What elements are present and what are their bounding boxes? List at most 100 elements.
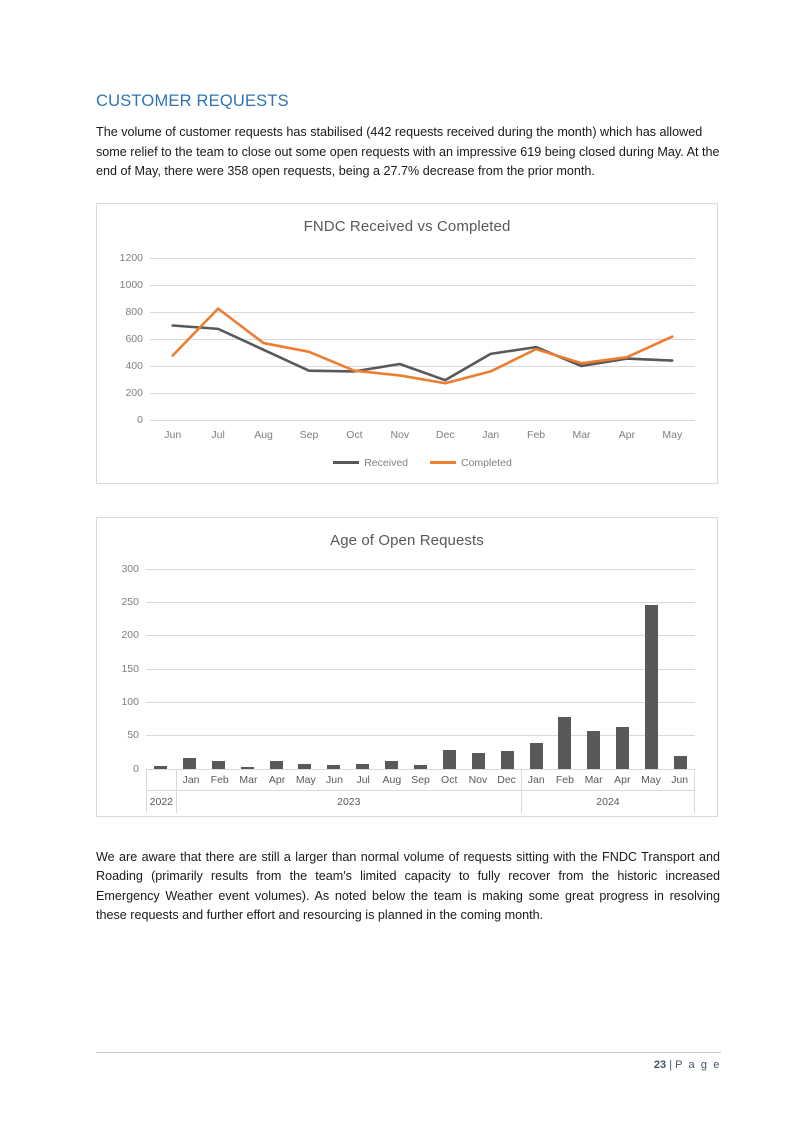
month-label: Jul xyxy=(356,773,370,786)
bar-cell xyxy=(377,569,406,769)
x-tick-label: May xyxy=(662,428,683,441)
legend-swatch-received xyxy=(333,461,360,464)
month-labels: Jan Feb Mar Apr May Jun Jul Aug Sep Oct Nov Dec xyxy=(177,770,521,790)
year-label: 2024 xyxy=(521,789,694,813)
bar xyxy=(616,727,630,769)
month-label: Aug xyxy=(382,773,402,786)
chart-age-of-open-requests: Age of Open Requests 0 50 100 150 200 250 300 … xyxy=(96,516,718,817)
footer-page-word: P a g e xyxy=(675,1059,721,1071)
y-tick-label: 800 xyxy=(125,305,143,318)
chart1-title: FNDC Received vs Completed xyxy=(303,217,511,235)
closing-paragraph: We are aware that there are still a larg… xyxy=(96,849,720,923)
month-label: Sep xyxy=(411,773,430,786)
month-label: Jun xyxy=(326,773,343,786)
legend-swatch-completed xyxy=(430,461,456,464)
intro-paragraph: The volume of customer requests has stab… xyxy=(96,125,720,178)
month-labels xyxy=(147,770,176,790)
chart2-title: Age of Open Requests xyxy=(330,531,484,549)
y-tick-label: 0 xyxy=(133,762,139,775)
month-label: Feb xyxy=(210,773,229,786)
bar xyxy=(587,731,601,769)
x-tick-label: Sep xyxy=(299,428,319,441)
y-tick-label: 150 xyxy=(121,662,139,675)
bar-cell xyxy=(175,569,204,769)
bar-cell xyxy=(666,569,695,769)
bar-cell xyxy=(435,569,464,769)
month-label: Mar xyxy=(239,773,258,786)
y-tick-label: 0 xyxy=(137,413,143,426)
bar-cell xyxy=(348,569,377,769)
x-tick-label: Apr xyxy=(618,428,636,441)
footer-page-number: 23 xyxy=(653,1059,667,1071)
y-tick-label: 1000 xyxy=(119,278,143,291)
bar-cell xyxy=(319,569,348,769)
chart2-plot-area: 0 50 100 150 200 250 300 xyxy=(121,563,695,775)
year-label: 2023 xyxy=(176,789,521,813)
chart-fndc-received-vs-completed: FNDC Received vs Completed 0 200 400 600 800… xyxy=(96,202,718,484)
x-tick-label: Oct xyxy=(346,428,363,441)
y-tick-label: 400 xyxy=(125,359,143,372)
y-tick-label: 250 xyxy=(121,595,139,608)
page-title: CUSTOMER REQUESTS xyxy=(96,92,289,110)
bar-cell xyxy=(204,569,233,769)
y-tick-label: 100 xyxy=(121,695,139,708)
year-group-2022: 2022 xyxy=(146,769,177,813)
document-page: CUSTOMER REQUESTS The volume of customer… xyxy=(0,0,807,1140)
bar xyxy=(442,749,456,769)
chart1-legend: Received Completed xyxy=(150,457,695,469)
year-group-2023: Jan Feb Mar Apr May Jun Jul Aug Sep Oct Nov Dec 2023 xyxy=(176,769,522,813)
bar xyxy=(471,753,485,769)
month-label: Jan xyxy=(527,773,545,786)
bar xyxy=(645,605,659,769)
month-label: Mar xyxy=(584,773,603,786)
bar-cell xyxy=(290,569,319,769)
bar-cell xyxy=(233,569,262,769)
footer-separator: | xyxy=(669,1059,673,1071)
bar xyxy=(673,755,687,769)
page-content: CUSTOMER REQUESTS The volume of customer… xyxy=(96,92,720,926)
y-tick-label: 300 xyxy=(121,562,139,575)
month-label: Jun xyxy=(671,773,689,786)
x-tick-label: Mar xyxy=(572,428,591,441)
year-label: 2022 xyxy=(147,789,176,813)
chart1-series-lines xyxy=(171,306,674,385)
chart1-plot-area: 0 200 400 600 800 1000 1200 xyxy=(120,252,695,426)
x-tick-label: Aug xyxy=(254,428,273,441)
x-tick-label: Jun xyxy=(164,428,182,441)
y-tick-label: 200 xyxy=(121,629,139,642)
y-tick-label: 1200 xyxy=(119,251,143,264)
month-label: Dec xyxy=(497,773,516,786)
bar xyxy=(558,717,572,769)
month-label: Apr xyxy=(614,773,631,786)
gridline: 0 xyxy=(137,414,695,426)
bar xyxy=(211,760,225,769)
bar-cell xyxy=(550,569,579,769)
month-label: Jan xyxy=(182,773,200,786)
legend-item: Completed xyxy=(430,457,512,469)
month-label: Apr xyxy=(268,773,286,786)
month-label: May xyxy=(641,773,661,786)
bar-cell xyxy=(608,569,637,769)
legend-label: Received xyxy=(364,456,408,469)
series-line-received xyxy=(171,323,674,381)
bar-cell xyxy=(493,569,522,769)
x-tick-label: Feb xyxy=(527,428,546,441)
bar-cell xyxy=(579,569,608,769)
x-tick-label: Dec xyxy=(435,428,455,441)
bar-cell xyxy=(262,569,291,769)
bar xyxy=(500,750,514,769)
month-label: Feb xyxy=(555,773,574,786)
x-tick-label: Jan xyxy=(482,428,500,441)
bar xyxy=(385,760,399,769)
bar xyxy=(182,757,196,769)
bar-cell xyxy=(522,569,551,769)
bar xyxy=(529,743,543,769)
y-tick-label: 50 xyxy=(127,729,139,742)
month-label: Oct xyxy=(441,773,458,786)
page-footer: 23 | P a g e xyxy=(96,1052,721,1071)
month-label: Nov xyxy=(468,773,488,786)
bar-cell xyxy=(406,569,435,769)
month-label xyxy=(147,770,176,790)
bar xyxy=(269,761,283,769)
x-tick-label: Nov xyxy=(390,428,410,441)
